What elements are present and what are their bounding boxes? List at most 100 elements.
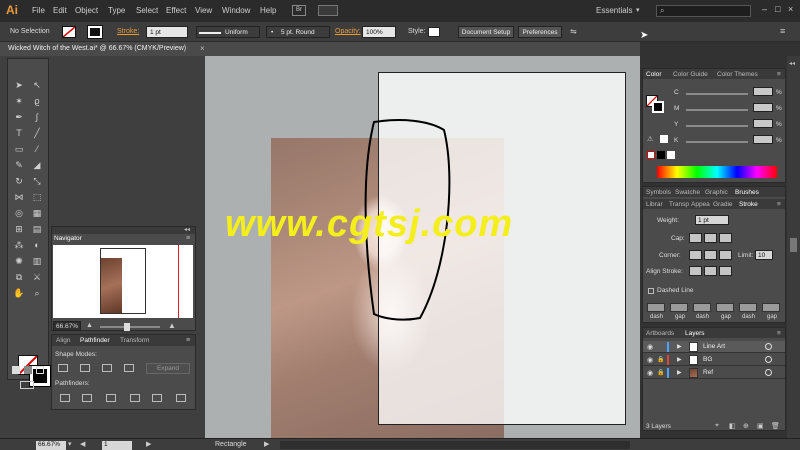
opacity-label[interactable]: Opacity:	[335, 28, 361, 35]
minus-back-icon[interactable]	[176, 394, 186, 402]
selection-tool-icon[interactable]: ➤	[12, 79, 26, 92]
menu-window[interactable]: Window	[222, 6, 250, 15]
merge-icon[interactable]	[106, 394, 116, 402]
round-join-button[interactable]	[704, 250, 717, 260]
exclude-icon[interactable]	[124, 364, 134, 372]
close-window-button[interactable]: ×	[788, 4, 793, 14]
locate-object-icon[interactable]: ⌖	[715, 422, 719, 430]
cyan-field[interactable]	[753, 87, 773, 96]
butt-cap-button[interactable]	[689, 233, 702, 243]
minus-front-icon[interactable]	[80, 364, 90, 372]
gradient-mode-icon[interactable]	[24, 366, 32, 374]
status-zoom-field[interactable]: 66.67%	[36, 441, 66, 450]
expand-triangle-icon[interactable]: ▶	[677, 356, 682, 363]
eye-icon[interactable]: ◉	[647, 356, 653, 364]
zoom-in-icon[interactable]: ▲	[168, 321, 176, 330]
artboard-tool-icon[interactable]: ⧉	[12, 271, 26, 284]
trim-icon[interactable]	[82, 394, 92, 402]
expand-triangle-icon[interactable]: ▶	[677, 343, 682, 350]
paintbrush-tool-icon[interactable]: ⁄	[30, 143, 44, 156]
tab-symbols[interactable]: Symbols	[646, 189, 671, 196]
magenta-field[interactable]	[753, 103, 773, 112]
target-icon[interactable]	[765, 343, 772, 350]
unite-icon[interactable]	[58, 364, 68, 372]
screen-mode-icon[interactable]	[20, 381, 34, 389]
eyedropper-tool-icon[interactable]: ⁂	[12, 239, 26, 252]
blend-tool-icon[interactable]: ◐	[30, 239, 44, 252]
panel-menu-icon[interactable]: ≡	[777, 71, 781, 78]
tab-navigator[interactable]: Navigator	[54, 235, 82, 242]
bridge-button[interactable]: Br	[292, 5, 306, 16]
opacity-field[interactable]: 100%	[362, 26, 396, 38]
tab-swatches[interactable]: Swatche	[675, 189, 700, 196]
black-swatch[interactable]	[657, 151, 665, 159]
layer-name[interactable]: BG	[703, 356, 712, 363]
pencil-tool-icon[interactable]: ✎	[12, 159, 26, 172]
navigator-zoom-slider[interactable]	[100, 323, 160, 331]
outline-icon[interactable]	[152, 394, 162, 402]
tab-color[interactable]: Color	[646, 71, 662, 78]
next-artboard-icon[interactable]: ▶	[146, 440, 151, 448]
arrange-documents-button[interactable]	[318, 5, 338, 16]
collapse-icon[interactable]: ◂◂	[184, 226, 190, 233]
layer-row[interactable]: ◉ ▶ Line Art	[643, 341, 785, 353]
tab-color-themes[interactable]: Color Themes	[717, 71, 758, 78]
eye-icon[interactable]: ◉	[647, 343, 653, 351]
new-sublayer-icon[interactable]: ⊕	[743, 422, 749, 430]
previous-artboard-icon[interactable]: ◀	[80, 440, 85, 448]
menu-file[interactable]: File	[32, 6, 45, 15]
collapse-icon[interactable]: ◂◂	[789, 60, 795, 67]
eraser-tool-icon[interactable]: ◢	[30, 159, 44, 172]
black-slider[interactable]	[686, 141, 748, 143]
clipping-mask-icon[interactable]: ◧	[729, 422, 736, 430]
web-safe-swatch[interactable]	[660, 135, 668, 143]
tab-pathfinder[interactable]: Pathfinder	[80, 337, 110, 344]
minimize-button[interactable]: –	[762, 4, 767, 14]
layer-row[interactable]: ◉ 🔒 ▶ BG	[643, 354, 785, 366]
menu-type[interactable]: Type	[108, 6, 125, 15]
bevel-join-button[interactable]	[719, 250, 732, 260]
brush-definition[interactable]: • 5 pt. Round	[266, 26, 330, 38]
workspace-switcher[interactable]: Essentials	[596, 6, 632, 15]
shape-builder-tool-icon[interactable]: ◎	[12, 207, 26, 220]
stroke-weight-input[interactable]: 1 pt	[695, 215, 729, 225]
cyan-slider[interactable]	[686, 93, 748, 95]
panel-menu-icon[interactable]: ≡	[777, 330, 781, 337]
layer-name[interactable]: Ref	[703, 369, 713, 376]
tab-appearance[interactable]: Appea	[691, 201, 710, 208]
rotate-tool-icon[interactable]: ↻	[12, 175, 26, 188]
lock-icon[interactable]: 🔒	[657, 356, 664, 363]
lasso-tool-icon[interactable]: ϱ	[30, 95, 44, 108]
magenta-slider[interactable]	[686, 109, 748, 111]
panel-menu-icon[interactable]: ≡	[186, 337, 190, 344]
variable-width-profile[interactable]: Uniform	[196, 26, 260, 38]
tab-libraries[interactable]: Librar	[646, 201, 663, 208]
dash-3-field[interactable]	[739, 303, 757, 312]
none-swatch[interactable]	[647, 151, 655, 159]
black-field[interactable]	[753, 135, 773, 144]
target-icon[interactable]	[765, 369, 772, 376]
artboard-number-field[interactable]: 1	[102, 441, 132, 450]
status-menu-icon[interactable]: ▶	[264, 440, 269, 448]
align-inside-button[interactable]	[704, 266, 717, 276]
pen-tool-icon[interactable]: ✒	[12, 111, 26, 124]
mesh-tool-icon[interactable]: ⊞	[12, 223, 26, 236]
line-tool-icon[interactable]: ╱	[30, 127, 44, 140]
color-stroke-indicator[interactable]	[652, 101, 664, 113]
stroke-color-swatch[interactable]	[87, 25, 103, 39]
close-document-icon[interactable]: ×	[200, 44, 205, 53]
column-graph-tool-icon[interactable]: ▥	[30, 255, 44, 268]
menu-effect[interactable]: Effect	[166, 6, 186, 15]
dash-1-field[interactable]	[647, 303, 665, 312]
eye-icon[interactable]: ◉	[647, 369, 653, 377]
zoom-dropdown-icon[interactable]: ▾	[68, 440, 72, 448]
zoom-tool-icon[interactable]: ⌕	[30, 287, 44, 300]
white-swatch[interactable]	[667, 151, 675, 159]
tab-transparency[interactable]: Transp	[669, 201, 689, 208]
crop-icon[interactable]	[130, 394, 140, 402]
scale-tool-icon[interactable]: ⤡	[30, 175, 44, 188]
color-spectrum[interactable]	[657, 166, 777, 178]
expand-triangle-icon[interactable]: ▶	[677, 369, 682, 376]
free-transform-tool-icon[interactable]: ⬚	[30, 191, 44, 204]
tab-align[interactable]: Align	[56, 337, 70, 344]
